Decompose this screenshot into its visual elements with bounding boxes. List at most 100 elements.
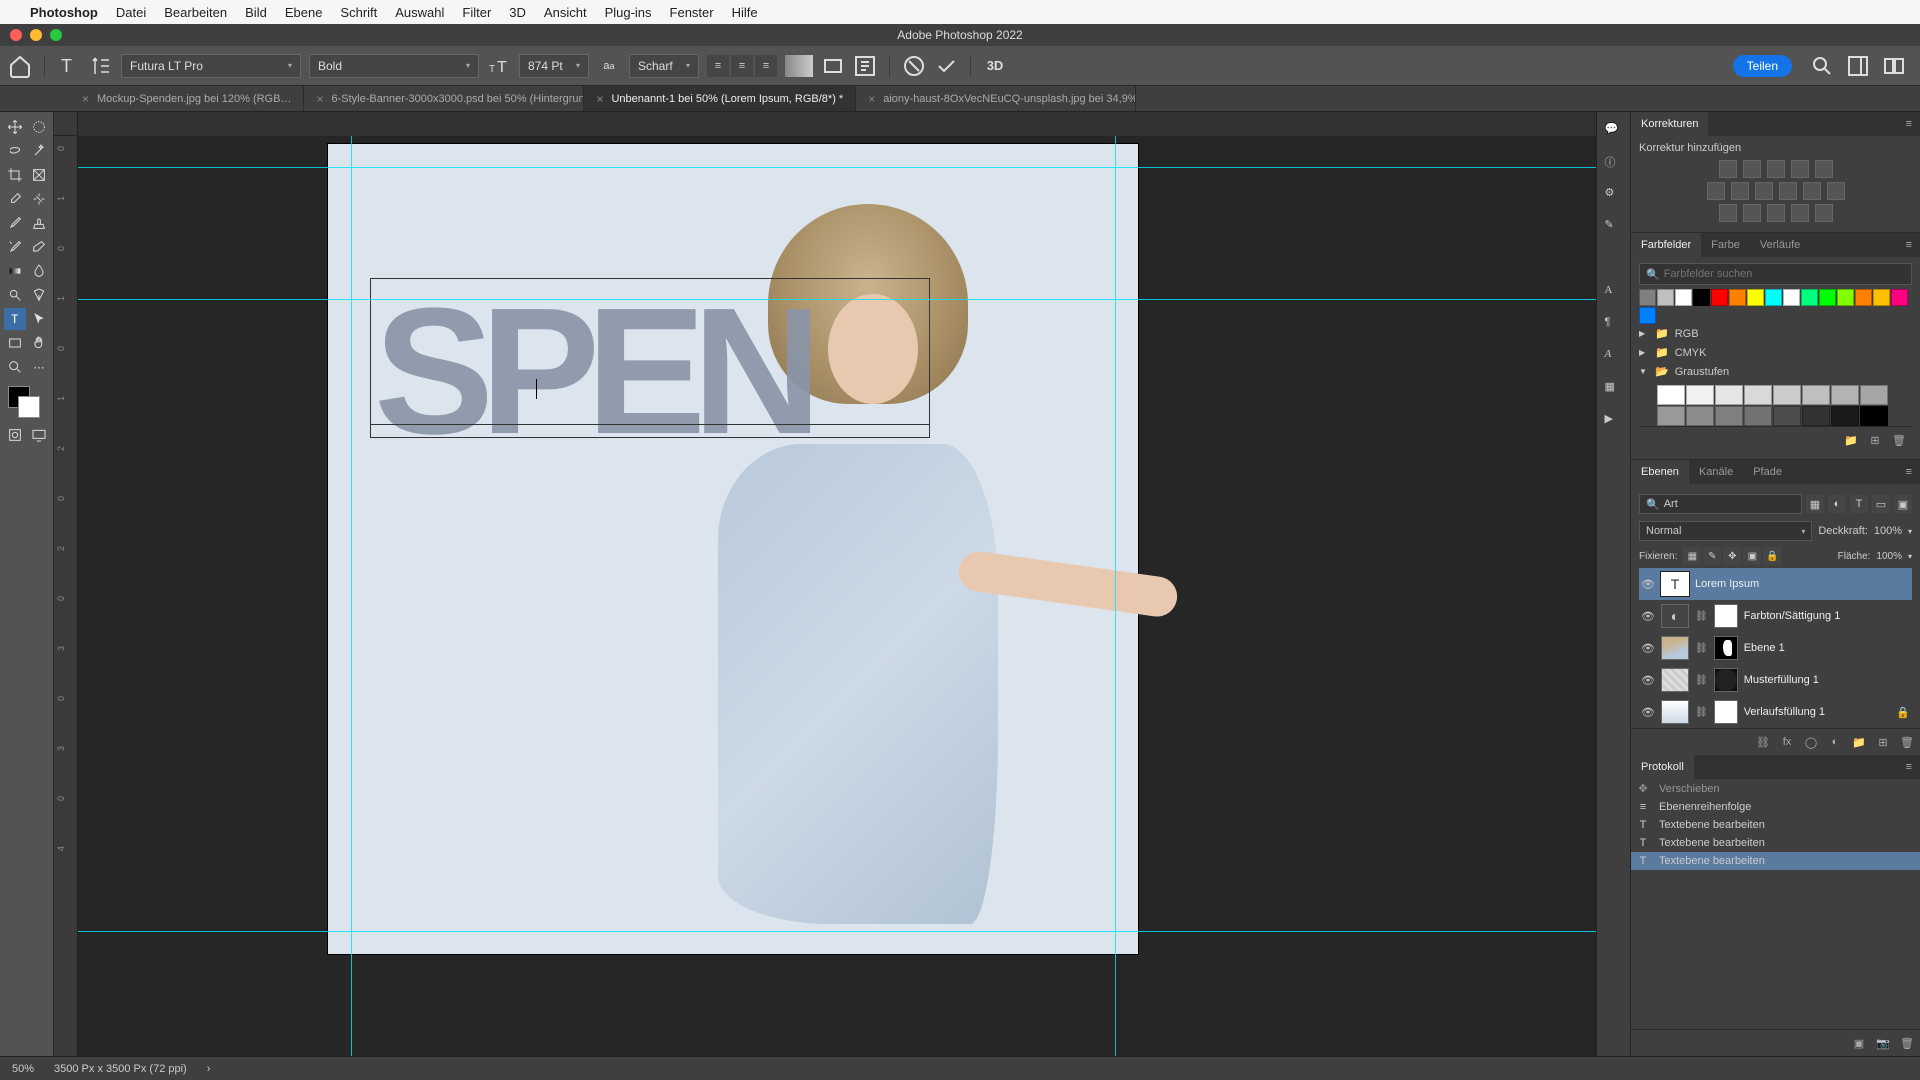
swatch[interactable]: [1831, 385, 1859, 405]
edit-toolbar-icon[interactable]: ⋯: [28, 356, 50, 378]
zoom-level[interactable]: 50%: [12, 1063, 34, 1075]
move-tool-icon[interactable]: [4, 116, 26, 138]
blend-mode-select[interactable]: Normal▾: [1639, 521, 1812, 541]
tab-korrekturen[interactable]: Korrekturen: [1631, 112, 1708, 136]
selcol-icon[interactable]: [1815, 204, 1833, 222]
swatch[interactable]: [1855, 289, 1872, 306]
lock-all-icon[interactable]: 🔒: [1763, 547, 1781, 565]
colbal-icon[interactable]: [1731, 182, 1749, 200]
panel-menu-icon[interactable]: ≡: [1898, 460, 1920, 484]
fill-value[interactable]: 100%: [1876, 551, 1902, 562]
tab-farbe[interactable]: Farbe: [1701, 233, 1750, 257]
swatch-search[interactable]: 🔍: [1639, 263, 1912, 285]
menu-schrift[interactable]: Schrift: [340, 5, 377, 20]
lock-artboard-icon[interactable]: ▣: [1743, 547, 1761, 565]
swatch[interactable]: [1801, 289, 1818, 306]
layer-item[interactable]: 👁 ⛓ Ebene 1: [1639, 632, 1912, 664]
styles-panel-icon[interactable]: ▦: [1605, 380, 1623, 398]
layer-kind-filter[interactable]: 🔍Art: [1639, 494, 1802, 514]
layer-item[interactable]: 👁 ⛓ Verlaufsfüllung 1 🔒: [1639, 696, 1912, 728]
layer-mask[interactable]: [1714, 604, 1738, 628]
guide-vertical[interactable]: [1115, 136, 1116, 1056]
tab-ebenen[interactable]: Ebenen: [1631, 460, 1689, 484]
text-color-swatch[interactable]: [785, 55, 813, 77]
swatch[interactable]: [1873, 289, 1890, 306]
status-caret-icon[interactable]: ›: [207, 1063, 211, 1075]
font-weight-select[interactable]: Bold▾: [309, 54, 479, 78]
gradmap-icon[interactable]: [1791, 204, 1809, 222]
bw-icon[interactable]: [1755, 182, 1773, 200]
swatch[interactable]: [1657, 289, 1674, 306]
artboard-tool-icon[interactable]: [28, 116, 50, 138]
adjustments-panel-icon[interactable]: ✎: [1605, 218, 1623, 236]
share-button[interactable]: Teilen: [1733, 55, 1792, 77]
close-icon[interactable]: ×: [868, 92, 875, 106]
align-right-icon[interactable]: ≡: [755, 55, 777, 77]
background-color[interactable]: [18, 396, 40, 418]
home-icon[interactable]: [8, 54, 32, 78]
swatch[interactable]: [1639, 307, 1656, 324]
create-doc-from-state-icon[interactable]: ▣: [1850, 1034, 1868, 1052]
delete-layer-icon[interactable]: 🗑: [1898, 733, 1916, 751]
delete-swatch-icon[interactable]: 🗑: [1890, 431, 1908, 449]
lock-pixels-icon[interactable]: ✎: [1703, 547, 1721, 565]
swatch[interactable]: [1693, 289, 1710, 306]
swatch[interactable]: [1773, 406, 1801, 426]
warp-text-icon[interactable]: [821, 54, 845, 78]
search-icon[interactable]: [1810, 54, 1834, 78]
rectangle-tool-icon[interactable]: [4, 332, 26, 354]
tab-farbfelder[interactable]: Farbfelder: [1631, 233, 1701, 257]
close-icon[interactable]: ×: [596, 92, 603, 106]
fx-icon[interactable]: fx: [1778, 733, 1796, 751]
swatch-folder-cmyk[interactable]: ▶📁CMYK: [1639, 343, 1912, 362]
swatch[interactable]: [1744, 385, 1772, 405]
new-adj-icon[interactable]: ◐: [1826, 733, 1844, 751]
menu-auswahl[interactable]: Auswahl: [395, 5, 444, 20]
snapshot-icon[interactable]: 📷: [1874, 1034, 1892, 1052]
eraser-tool-icon[interactable]: [28, 236, 50, 258]
app-name[interactable]: Photoshop: [30, 5, 98, 20]
clone-stamp-tool-icon[interactable]: [28, 212, 50, 234]
lock-position-icon[interactable]: ✥: [1723, 547, 1741, 565]
3d-text-icon[interactable]: 3D: [983, 54, 1007, 78]
comment-panel-icon[interactable]: 💬: [1605, 122, 1623, 140]
menu-plugins[interactable]: Plug-ins: [605, 5, 652, 20]
opacity-value[interactable]: 100%: [1874, 525, 1902, 537]
swatch[interactable]: [1891, 289, 1908, 306]
menu-bild[interactable]: Bild: [245, 5, 267, 20]
close-window-icon[interactable]: [10, 29, 22, 41]
history-item[interactable]: TTextebene bearbeiten: [1631, 816, 1920, 834]
link-icon[interactable]: ⛓: [1695, 611, 1708, 622]
link-icon[interactable]: ⛓: [1695, 707, 1708, 718]
doc-tab[interactable]: ×aiony-haust-8OxVecNEuCQ-unsplash.jpg be…: [856, 86, 1136, 111]
close-icon[interactable]: ×: [316, 92, 323, 106]
menu-ansicht[interactable]: Ansicht: [544, 5, 587, 20]
menu-ebene[interactable]: Ebene: [285, 5, 323, 20]
levels-icon[interactable]: [1743, 160, 1761, 178]
doc-dimensions[interactable]: 3500 Px x 3500 Px (72 ppi): [54, 1063, 187, 1075]
align-center-icon[interactable]: ≡: [731, 55, 753, 77]
close-icon[interactable]: ×: [82, 92, 89, 106]
swatch[interactable]: [1802, 406, 1830, 426]
healing-brush-tool-icon[interactable]: [28, 188, 50, 210]
layer-mask[interactable]: [1714, 668, 1738, 692]
panel-menu-icon[interactable]: ≡: [1898, 755, 1920, 779]
menu-datei[interactable]: Datei: [116, 5, 146, 20]
eyedropper-tool-icon[interactable]: [4, 188, 26, 210]
doc-tab[interactable]: ×Mockup-Spenden.jpg bei 120% (RGB…: [70, 86, 304, 111]
visibility-toggle-icon[interactable]: 👁: [1641, 706, 1655, 719]
tab-protokoll[interactable]: Protokoll: [1631, 755, 1694, 779]
swatch[interactable]: [1729, 289, 1746, 306]
chmix-icon[interactable]: [1803, 182, 1821, 200]
new-swatch-folder-icon[interactable]: 📁: [1842, 431, 1860, 449]
swatch[interactable]: [1744, 406, 1772, 426]
info-panel-icon[interactable]: ⓘ: [1605, 154, 1623, 172]
ruler-vertical[interactable]: 010 101 202 030 304: [54, 136, 78, 1056]
maximize-window-icon[interactable]: [50, 29, 62, 41]
swatch[interactable]: [1657, 406, 1685, 426]
photo-filter-icon[interactable]: [1779, 182, 1797, 200]
layer-item[interactable]: 👁 ⛓ Musterfüllung 1: [1639, 664, 1912, 696]
font-size-select[interactable]: 874 Pt▾: [519, 54, 589, 78]
layer-item[interactable]: 👁 T Lorem Ipsum: [1639, 568, 1912, 600]
doc-tab[interactable]: ×Unbenannt-1 bei 50% (Lorem Ipsum, RGB/8…: [584, 86, 856, 111]
